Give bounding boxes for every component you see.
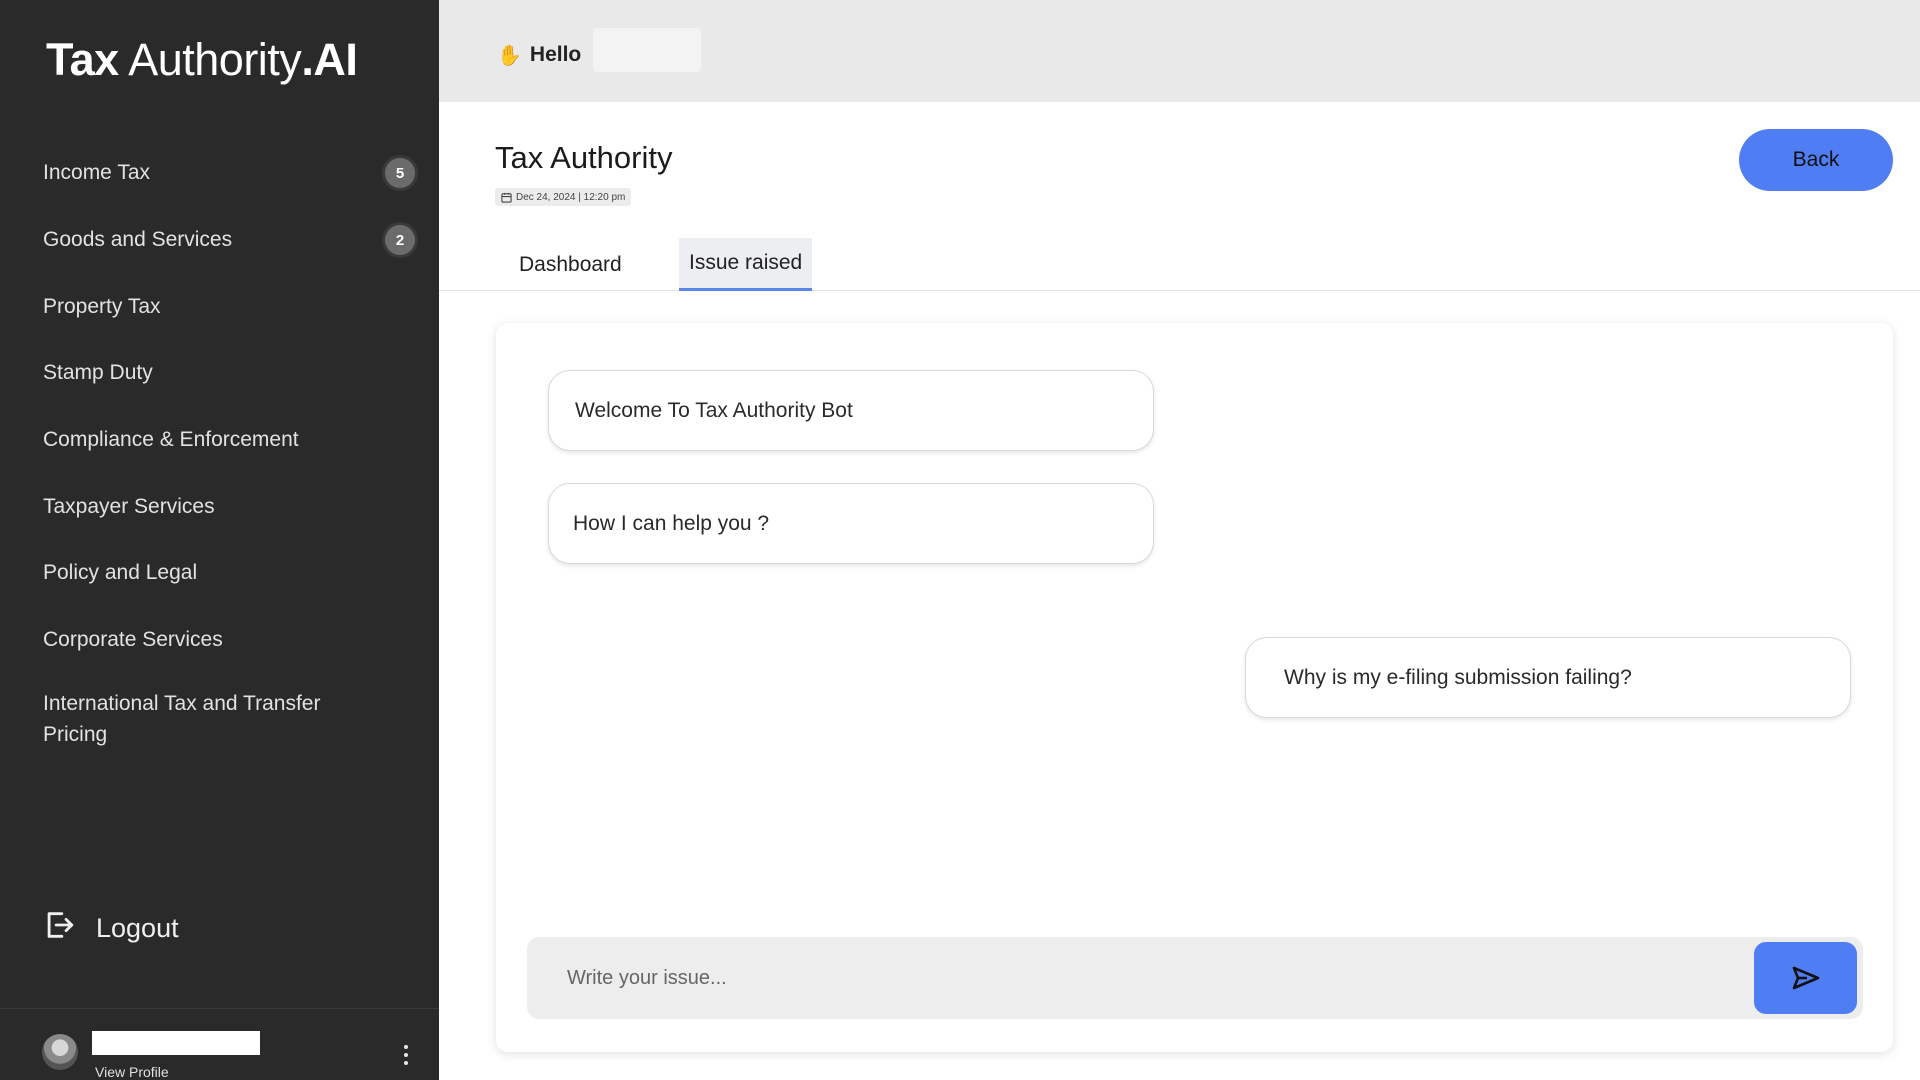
send-button[interactable] <box>1754 942 1857 1014</box>
sidebar-item-label: Corporate Services <box>43 628 223 652</box>
bot-message: How I can help you ? <box>548 483 1154 564</box>
top-bar: ✋ Hello <box>439 0 1920 102</box>
count-badge: 2 <box>385 225 415 256</box>
sidebar-item-taxpayer-services[interactable]: Taxpayer Services <box>0 473 439 540</box>
count-badge: 5 <box>385 158 415 189</box>
chat-input-bar <box>527 937 1863 1019</box>
sidebar-item-label: Goods and Services <box>43 228 233 252</box>
sidebar-item-policy-and-legal[interactable]: Policy and Legal <box>0 540 439 607</box>
logout-button[interactable]: Logout <box>42 908 179 949</box>
sidebar-item-compliance[interactable]: Compliance & Enforcement <box>0 407 439 474</box>
tab-issue-raised[interactable]: Issue raised <box>679 238 813 291</box>
more-options-icon[interactable] <box>403 1045 409 1065</box>
sidebar-item-label: Policy and Legal <box>43 561 198 585</box>
waving-hand-icon: ✋ <box>497 44 522 67</box>
sidebar-item-label: Taxpayer Services <box>43 494 215 518</box>
view-profile-link[interactable]: View Profile <box>95 1064 169 1080</box>
back-button[interactable]: Back <box>1739 129 1893 191</box>
sidebar-item-income-tax[interactable]: Income Tax 5 <box>0 140 439 207</box>
sidebar-item-property-tax[interactable]: Property Tax <box>0 273 439 340</box>
sidebar-item-stamp-duty[interactable]: Stamp Duty <box>0 340 439 407</box>
sidebar-item-label: International Tax and Transfer Pricing <box>43 691 321 746</box>
sidebar-item-corporate-services[interactable]: Corporate Services <box>0 607 439 674</box>
sidebar-item-international-tax[interactable]: International Tax and Transfer Pricing <box>0 674 439 764</box>
greeting: ✋ Hello <box>497 28 702 72</box>
date-text: Dec 24, 2024 | 12:20 pm <box>516 191 626 203</box>
profile-section: View Profile <box>0 1008 439 1080</box>
sidebar-item-label: Compliance & Enforcement <box>43 428 299 452</box>
date-chip: Dec 24, 2024 | 12:20 pm <box>495 188 632 206</box>
logout-label: Logout <box>96 913 179 943</box>
tab-bar: Dashboard Issue raised <box>439 238 1920 291</box>
user-message: Why is my e-filing submission failing? <box>1245 637 1851 718</box>
user-name-redacted <box>593 28 702 72</box>
brand-logo[interactable]: Tax Authority.AI <box>46 34 358 86</box>
chat-panel: Welcome To Tax Authority Bot How I can h… <box>496 323 1893 1052</box>
page-title: Tax Authority <box>495 140 673 175</box>
main-content: Tax Authority Dec 24, 2024 | 12:20 pm Ba… <box>439 102 1920 1080</box>
avatar[interactable] <box>42 1034 78 1070</box>
bot-message: Welcome To Tax Authority Bot <box>548 370 1154 451</box>
sidebar-item-label: Income Tax <box>43 161 150 185</box>
calendar-icon <box>501 192 512 203</box>
greeting-text: Hello <box>529 43 582 66</box>
logout-icon <box>42 908 76 949</box>
issue-input[interactable] <box>567 937 1717 1019</box>
profile-name-redacted <box>92 1031 260 1055</box>
send-icon <box>1792 966 1819 990</box>
sidebar: Tax Authority.AI Income Tax 5 Goods and … <box>0 0 439 1080</box>
sidebar-item-label: Property Tax <box>43 294 161 318</box>
tab-dashboard[interactable]: Dashboard <box>509 238 632 291</box>
sidebar-nav: Income Tax 5 Goods and Services 2 Proper… <box>0 140 439 764</box>
sidebar-item-goods-and-services[interactable]: Goods and Services 2 <box>0 207 439 274</box>
sidebar-item-label: Stamp Duty <box>43 361 153 385</box>
